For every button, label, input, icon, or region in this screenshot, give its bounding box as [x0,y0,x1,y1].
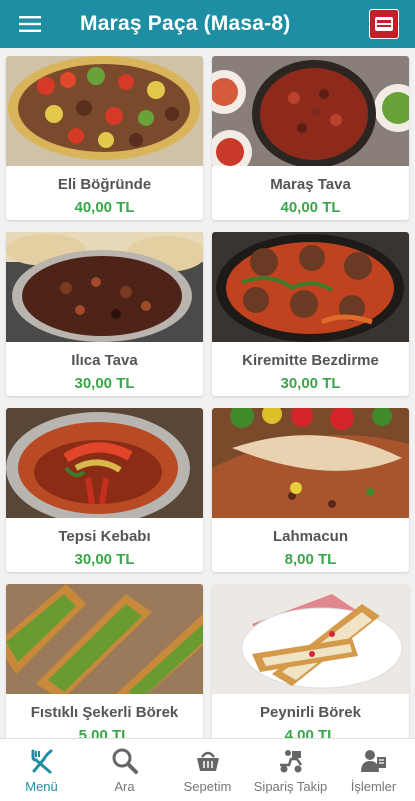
delivery-icon [277,747,305,775]
tab-label: Ara [114,779,135,794]
menu-item-card[interactable]: Peynirli Börek 4,00 TL [212,584,409,738]
user-actions-icon [360,747,388,775]
food-photo [6,408,203,518]
tab-label: Menü [25,779,58,794]
menu-item-name: Eli Böğründe [57,176,152,193]
menu-item-card[interactable]: Lahmacun 8,00 TL [212,408,409,572]
menu-item-card[interactable]: Maraş Tava 40,00 TL [212,56,409,220]
menu-item-price: 30,00 TL [74,375,135,392]
tab-actions[interactable]: İşlemler [332,739,415,801]
food-photo [212,232,409,342]
menu-item-price: 8,00 TL [284,551,337,568]
restaurant-logo-icon [369,9,399,39]
menu-item-name: Fıstıklı Şekerli Börek [30,704,179,721]
food-photo [212,584,409,694]
food-photo [212,56,409,166]
basket-icon [194,747,222,775]
tab-label: İşlemler [350,779,397,794]
menu-item-name: Ilıca Tava [71,352,138,369]
menu-item-price: 4,00 TL [284,727,337,738]
search-icon [111,747,139,775]
tab-order-tracking[interactable]: Sipariş Takip [249,739,332,801]
menu-item-price: 30,00 TL [280,375,341,392]
page-title: Maraş Paça (Masa-8) [80,12,291,35]
menu-item-name: Peynirli Börek [260,704,361,721]
menu-item-card[interactable]: Tepsi Kebabı 30,00 TL [6,408,203,572]
menu-item-price: 40,00 TL [74,199,135,216]
food-photo [6,56,203,166]
tab-label: Sipariş Takip [253,779,328,794]
app-bar: Maraş Paça (Masa-8) [0,0,415,48]
menu-item-name: Tepsi Kebabı [58,528,151,545]
tab-basket[interactable]: Sepetim [166,739,249,801]
food-photo [212,408,409,518]
menu-item-card[interactable]: Fıstıklı Şekerli Börek 5,00 TL [6,584,203,738]
menu-item-card[interactable]: Eli Böğründe 40,00 TL [6,56,203,220]
menu-item-price: 40,00 TL [280,199,341,216]
menu-item-price: 30,00 TL [74,551,135,568]
menu-item-name: Maraş Tava [270,176,351,193]
tab-search[interactable]: Ara [83,739,166,801]
menu-item-name: Lahmacun [272,528,348,545]
tab-label: Sepetim [183,779,232,794]
fork-knife-icon [28,747,56,775]
bottom-navigation: Menü Ara Sepetim Sipariş Takip İşlemler [0,738,415,801]
menu-item-card[interactable]: Ilıca Tava 30,00 TL [6,232,203,396]
menu-item-card[interactable]: Kiremitte Bezdirme 30,00 TL [212,232,409,396]
menu-icon[interactable] [0,0,60,48]
food-photo [6,232,203,342]
tab-menu[interactable]: Menü [0,739,83,801]
menu-item-name: Kiremitte Bezdirme [242,352,379,369]
food-photo [6,584,203,694]
menu-grid: Eli Böğründe 40,00 TL Maraş Tava 40,00 T… [0,48,415,738]
menu-item-price: 5,00 TL [78,727,131,738]
